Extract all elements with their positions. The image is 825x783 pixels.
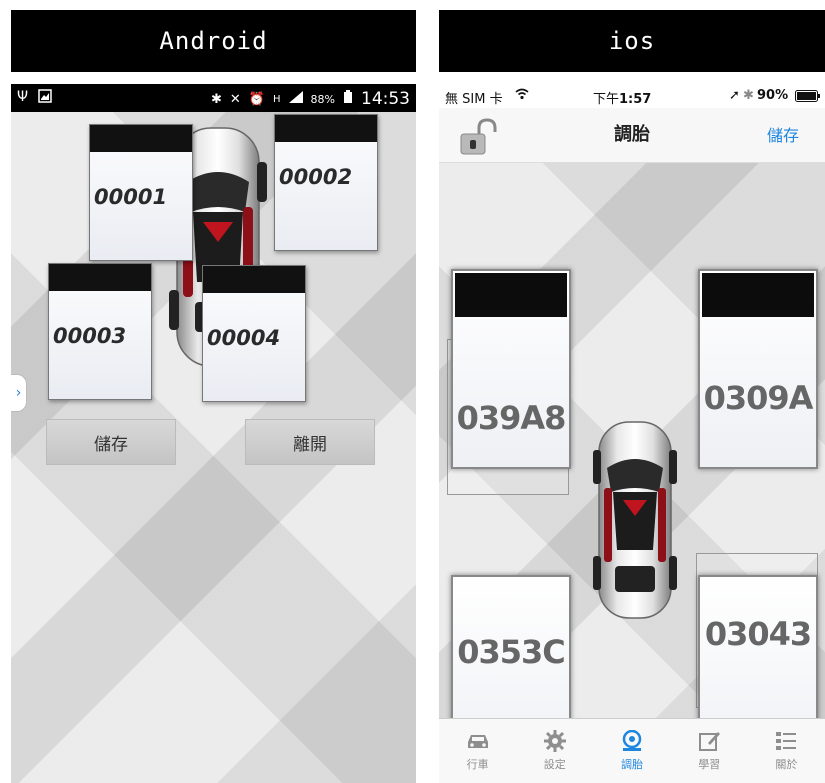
tire-code: 0353C	[457, 633, 566, 671]
tab-label: 學習	[698, 758, 721, 771]
ios-status-bar: 無 SIM 卡 下午1:57 ➚ ✱ 90%	[439, 84, 825, 108]
android-status-bar: Ψ ✱ ✕ ⏰ H 88% 14:53	[11, 84, 416, 112]
battery-icon	[795, 90, 821, 106]
time-prefix: 下午	[593, 92, 620, 107]
ios-title: ios	[439, 10, 825, 72]
tire-code: 039A8	[456, 399, 567, 437]
tab-settings[interactable]: 設定	[516, 719, 593, 783]
hspa-icon: H	[273, 93, 281, 105]
signal-icon	[288, 91, 303, 107]
android-screen: Ψ ✱ ✕ ⏰ H 88% 14:53 00001 00002 00003 00…	[11, 84, 416, 783]
android-title: Android	[11, 10, 416, 72]
battery-icon	[343, 90, 353, 108]
list-icon	[776, 732, 797, 750]
tire-code: 00002	[279, 165, 353, 189]
exit-button[interactable]: 離開	[245, 419, 375, 465]
ios-tire-front-right[interactable]: 0309A	[698, 269, 818, 469]
ios-title-text: ios	[608, 27, 656, 55]
carrier-label: 無 SIM 卡	[445, 92, 503, 107]
android-tire-1[interactable]: 00001	[89, 124, 193, 261]
tab-label: 行車	[466, 758, 489, 771]
bluetooth-icon: ✱	[211, 91, 222, 107]
ios-content: 039A8 0309A 0353C 03043	[439, 163, 825, 773]
time-value: 1:57	[619, 92, 652, 107]
gear-icon	[543, 730, 566, 752]
car-image	[593, 421, 677, 619]
tire-code: 03043	[704, 615, 812, 653]
ios-screen: 無 SIM 卡 下午1:57 ➚ ✱ 90% 調胎 儲存 039A8 0309A…	[439, 84, 825, 783]
android-tire-3[interactable]: 00003	[48, 263, 152, 400]
wifi-icon	[515, 88, 529, 104]
tab-label: 關於	[775, 758, 798, 771]
tab-label: 調胎	[621, 758, 643, 771]
android-content: 00001 00002 00003 00004 儲存 離開 ›	[11, 112, 416, 783]
tab-about[interactable]: 關於	[748, 719, 825, 783]
save-button[interactable]: 儲存	[46, 419, 176, 465]
nav-save-button[interactable]: 儲存	[767, 122, 799, 146]
battery-percent: 88%	[310, 92, 335, 106]
bluetooth-icon: ✱	[743, 88, 754, 103]
chevron-right-icon: ›	[15, 385, 22, 401]
image-icon	[38, 89, 52, 107]
ios-tire-front-left[interactable]: 039A8	[451, 269, 571, 469]
android-tire-2[interactable]: 00002	[274, 114, 378, 251]
android-tire-4[interactable]: 00004	[202, 265, 306, 402]
tire-code: 00003	[53, 324, 127, 348]
android-title-text: Android	[159, 27, 268, 55]
location-icon: ➚	[729, 88, 740, 103]
ios-nav-bar: 調胎 儲存	[439, 108, 825, 163]
battery-percent: 90%	[757, 88, 789, 103]
ios-tab-bar: 行車 設定 調胎 學習 關於	[439, 718, 825, 783]
status-clock: 14:53	[361, 89, 410, 109]
edit-icon	[699, 732, 721, 751]
tire-code: 00004	[207, 326, 281, 350]
usb-icon: Ψ	[17, 89, 29, 105]
tire-icon	[622, 730, 642, 751]
car-icon	[467, 735, 488, 748]
side-drawer-tab[interactable]: ›	[11, 374, 27, 412]
tab-learning[interactable]: 學習	[671, 719, 748, 783]
mute-icon: ✕	[229, 91, 241, 107]
ios-time: 下午1:57	[593, 88, 651, 107]
tab-driving[interactable]: 行車	[439, 719, 516, 783]
tab-tire-swap[interactable]: 調胎	[593, 719, 670, 783]
tire-code: 00001	[94, 185, 168, 209]
alarm-icon: ⏰	[248, 91, 266, 107]
tire-code: 0309A	[703, 379, 814, 417]
tab-label: 設定	[543, 758, 566, 771]
